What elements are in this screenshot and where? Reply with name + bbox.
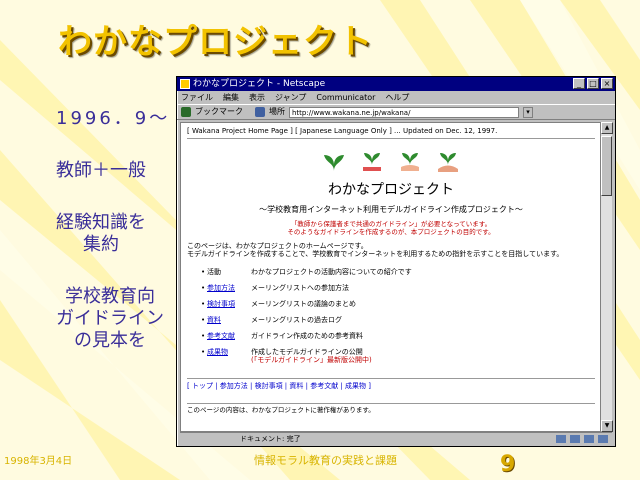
- list-item: • 検討事項 メーリングリストの議論のまとめ: [201, 300, 595, 308]
- footer-date: 1998年3月4日: [4, 456, 73, 467]
- list-item-link[interactable]: 参加方法: [207, 284, 251, 292]
- scroll-thumb[interactable]: [601, 136, 612, 196]
- leaf-hand-logo-icon: [398, 149, 422, 173]
- list-item-description: 作成したモデルガイドラインの公開 (「モデルガイドライン」最新版公開中): [251, 348, 595, 364]
- bullet-date: 1996．9～: [56, 108, 171, 129]
- url-dropdown-icon[interactable]: ▾: [523, 106, 533, 118]
- menu-bar: ファイル 編集 表示 ジャンプ Communicator ヘルプ: [177, 91, 615, 104]
- nav-links[interactable]: [ トップ | 参加方法 | 検討事項 | 資料 | 参考文献 | 成果物 ]: [187, 378, 595, 391]
- status-bar: ドキュメント: 完了: [180, 432, 612, 444]
- page-footer: このページの内容は、わかなプロジェクトに著作権があります。: [187, 403, 595, 415]
- scroll-up-icon[interactable]: ▲: [601, 122, 613, 134]
- location-toolbar: ブックマーク 場所 http://www.wakana.ne.jp/wakana…: [177, 104, 615, 120]
- list-item-link[interactable]: 参考文献: [207, 332, 251, 340]
- minimize-button[interactable]: _: [573, 78, 585, 89]
- bullet-knowledge: 経験知識を 集約: [56, 212, 146, 255]
- menu-item[interactable]: 編集: [223, 91, 239, 104]
- bookmark-icon[interactable]: [181, 107, 191, 117]
- intro-paragraph: このページは、わかなプロジェクトのホームページです。 モデルガイドラインを作成する…: [187, 242, 564, 258]
- list-item: • 参加方法 メーリングリストへの参加方法: [201, 284, 595, 292]
- page-header: [ Wakana Project Home Page ] [ Japanese …: [187, 127, 595, 139]
- close-button[interactable]: ×: [601, 78, 613, 89]
- composer-icon[interactable]: [598, 435, 608, 443]
- item-list: • 活動 わかなプロジェクトの活動内容についての紹介です • 参加方法 メーリングリストへ…: [201, 268, 595, 364]
- mail-icon[interactable]: [570, 435, 580, 443]
- list-item-description: メーリングリストの議論のまとめ: [251, 300, 356, 308]
- news-icon[interactable]: [584, 435, 594, 443]
- page-content: [ Wakana Project Home Page ] [ Japanese …: [180, 122, 602, 432]
- url-input[interactable]: http://www.wakana.ne.jp/wakana/: [289, 106, 519, 118]
- page-subtitle: ～学校教育用インターネット利用モデルガイドライン作成プロジェクト～: [259, 205, 523, 214]
- list-item: • 資料 メーリングリストの過去ログ: [201, 316, 595, 324]
- bookmark-label[interactable]: ブックマーク: [195, 104, 243, 120]
- leaf-hand-logo-icon: [436, 149, 460, 173]
- list-item-link[interactable]: 資料: [207, 316, 251, 324]
- list-item: • 成果物 作成したモデルガイドラインの公開 (「モデルガイドライン」最新版公開中): [201, 348, 595, 364]
- menu-item[interactable]: ファイル: [181, 91, 213, 104]
- list-item-description: ガイドライン作成のための参考資料: [251, 332, 363, 340]
- scroll-down-icon[interactable]: ▼: [601, 420, 613, 432]
- list-item: • 活動 わかなプロジェクトの活動内容についての紹介です: [201, 268, 595, 276]
- list-item-description: メーリングリストの過去ログ: [251, 316, 342, 324]
- location-icon: [255, 107, 265, 117]
- browser-titlebar: わかなプロジェクト - Netscape _ □ ×: [177, 77, 615, 91]
- list-item-link[interactable]: 検討事項: [207, 300, 251, 308]
- leaf-hand-logo-icon: [360, 149, 384, 173]
- maximize-button[interactable]: □: [587, 78, 599, 89]
- list-item: • 参考文献 ガイドライン作成のための参考資料: [201, 332, 595, 340]
- page-number: 9: [500, 452, 516, 477]
- list-item-note: (「モデルガイドライン」最新版公開中): [251, 356, 372, 364]
- menu-item[interactable]: Communicator: [316, 91, 375, 104]
- window-title: わかなプロジェクト - Netscape: [193, 79, 326, 89]
- menu-item[interactable]: ヘルプ: [385, 91, 409, 104]
- leaf-logo-icon: [322, 149, 346, 173]
- red-notice: 「教師から保護者まで共通のガイドライン」が必要となっています。 そのようなガイドラ…: [287, 220, 495, 236]
- vertical-scrollbar[interactable]: ▲ ▼: [600, 122, 613, 432]
- security-icon[interactable]: [556, 435, 566, 443]
- list-item-link: 活動: [207, 268, 221, 276]
- footer-title: 情報モラル教育の実践と課題: [254, 454, 397, 467]
- bullet-members: 教師＋一般: [56, 160, 146, 181]
- list-item-description: メーリングリストへの参加方法: [251, 284, 349, 292]
- list-item-description: わかなプロジェクトの活動内容についての紹介です: [251, 268, 412, 276]
- menu-item[interactable]: ジャンプ: [275, 91, 306, 104]
- location-label: 場所: [269, 107, 285, 116]
- leaf-logos: [187, 149, 595, 175]
- list-item-link[interactable]: 成果物: [207, 348, 251, 364]
- browser-window: わかなプロジェクト - Netscape _ □ × ファイル 編集 表示 ジャンプ C…: [176, 76, 616, 447]
- bullet-guideline: 学校教育向 ガイドライン の見本を: [56, 286, 164, 351]
- menu-item[interactable]: 表示: [249, 91, 265, 104]
- app-icon: [180, 79, 190, 89]
- status-text: ドキュメント: 完了: [240, 435, 301, 443]
- slide-title: わかなプロジェクト: [58, 22, 373, 62]
- page-title: わかなプロジェクト: [328, 182, 454, 198]
